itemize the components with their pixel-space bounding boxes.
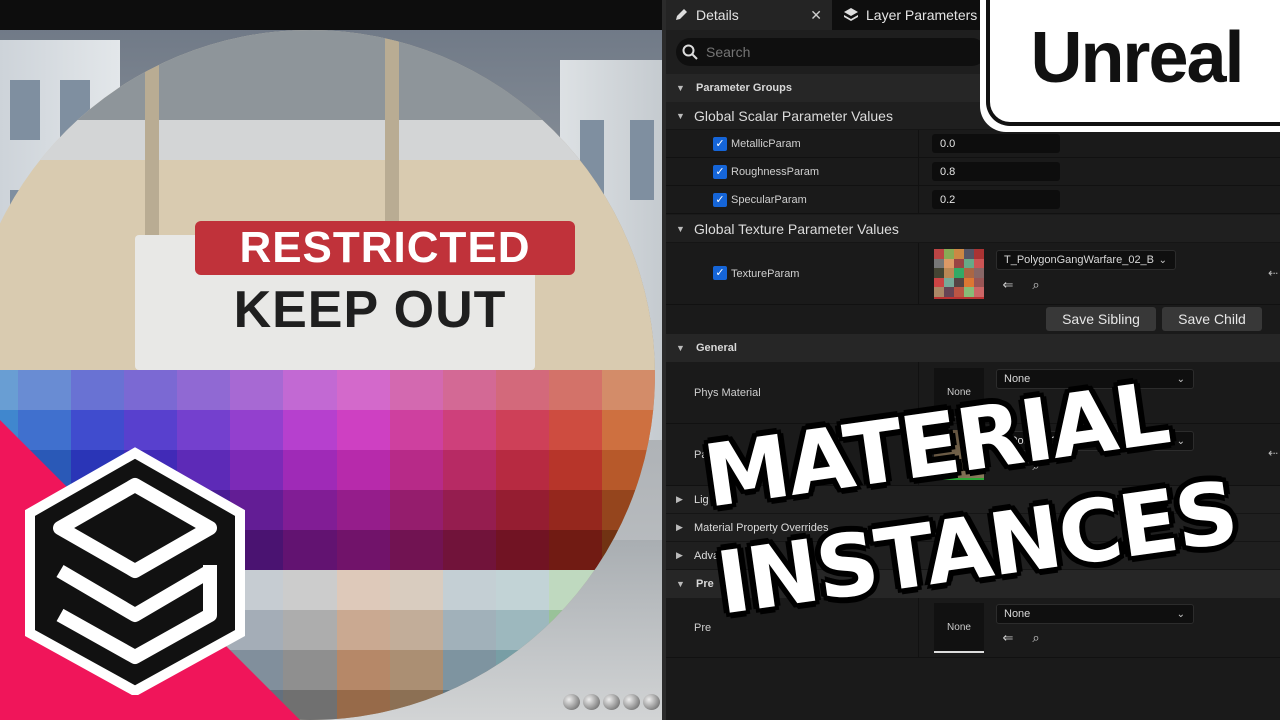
override-checkbox[interactable]: ✓ [713,193,727,207]
search-input[interactable] [704,43,958,61]
collapsed-arrow-icon: ▶ [676,522,683,532]
search-icon [676,44,704,60]
plane-preview-icon[interactable] [603,694,620,710]
expand-arrow-icon: ▼ [676,343,685,353]
texture-asset-picker[interactable]: T_PolygonGangWarfare_02_B ⌄ [996,250,1176,270]
prop-label: Phys Material [694,387,761,399]
sign-keep-out-text: KEEP OUT [233,281,507,339]
reset-arrow-icon[interactable]: ⇠ [1268,266,1278,280]
tab-details[interactable]: Details ✕ [666,0,832,30]
category-label: Parameter Groups [696,82,792,94]
expand-arrow-icon: ▼ [676,579,685,589]
reset-arrow-icon[interactable]: ⇠ [1268,446,1278,460]
expand-arrow-icon: ▼ [676,83,685,93]
unreal-badge: Unreal [993,0,1280,120]
search-box[interactable] [676,38,986,66]
category-general[interactable]: ▼ General [666,334,1280,362]
group-global-texture[interactable]: ▼ Global Texture Parameter Values [666,215,1280,243]
specular-value-field[interactable]: 0.2 [932,190,1060,209]
group-label: Global Scalar Parameter Values [694,107,893,124]
save-child-button[interactable]: Save Child [1162,307,1262,331]
chevron-down-icon: ⌄ [1176,435,1185,447]
group-label: Global Texture Parameter Values [694,220,899,237]
pencil-icon [672,6,690,24]
viewport-top-bar [0,0,662,30]
expand-arrow-icon: ▼ [676,223,685,234]
collapsed-arrow-icon: ▶ [676,494,683,504]
category-label: General [696,342,737,354]
param-label: TextureParam [731,268,800,280]
close-icon[interactable]: ✕ [810,7,822,24]
use-selected-icon[interactable]: ⇐ [1000,630,1016,646]
param-label: SpecularParam [731,194,807,206]
channel-logo-icon [25,447,245,695]
browse-folder-icon[interactable]: ⌕ [1028,277,1044,293]
browse-folder-icon[interactable]: ⌕ [1028,630,1044,646]
tab-details-label: Details [696,7,739,23]
chevron-down-icon: ⌄ [1158,254,1167,266]
chevron-down-icon: ⌄ [1176,373,1185,385]
tab-layer-parameters[interactable]: Layer Parameters [836,0,986,30]
expand-arrow-icon: ▼ [676,110,685,121]
texture-asset-name: T_PolygonGangWarfare_02_B [1004,254,1155,266]
tab-layer-parameters-label: Layer Parameters [866,7,978,23]
override-checkbox[interactable]: ✓ [713,165,727,179]
mesh-preview-icon[interactable] [643,694,660,710]
collapsed-arrow-icon: ▶ [676,550,683,560]
preview-mesh-value: None [1004,608,1031,620]
category-label: Pre [696,578,714,590]
prop-label: Pre [694,622,712,634]
cube-preview-icon[interactable] [623,694,640,710]
override-checkbox[interactable]: ✓ [713,137,727,151]
preview-mesh-thumbnail[interactable]: None [934,603,984,653]
override-checkbox[interactable]: ✓ [713,266,727,280]
unreal-badge-text: Unreal [1030,18,1244,98]
metallic-value-field[interactable]: 0.0 [932,134,1060,153]
use-selected-icon[interactable]: ⇐ [1000,277,1016,293]
layers-icon [842,6,860,24]
param-label: MetallicParam [731,138,801,150]
roughness-value-field[interactable]: 0.8 [932,162,1060,181]
sphere-preview-icon[interactable] [583,694,600,710]
param-row-metallic: ✓ MetallicParam 0.0 [666,130,1280,158]
param-label: RoughnessParam [731,166,820,178]
preview-mesh-picker[interactable]: None ⌄ [996,604,1194,624]
texture-thumbnail[interactable] [934,249,984,299]
cylinder-preview-icon[interactable] [563,694,580,710]
chevron-down-icon: ⌄ [1176,608,1185,620]
save-sibling-button[interactable]: Save Sibling [1046,307,1156,331]
param-row-texture: ✓ TextureParam T_PolygonGangWarfare_02_B… [666,243,1280,305]
param-row-roughness: ✓ RoughnessParam 0.8 [666,158,1280,186]
sign-restricted-text: RESTRICTED [195,221,575,275]
param-row-specular: ✓ SpecularParam 0.2 [666,186,1280,214]
preview-shape-toolbar [563,694,660,712]
